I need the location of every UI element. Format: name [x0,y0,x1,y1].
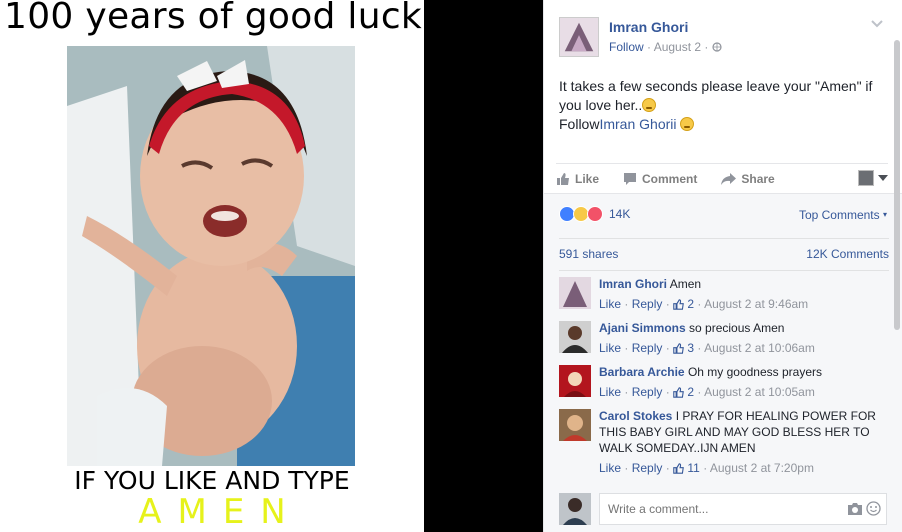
comment-time[interactable]: August 2 at 9:46am [704,297,808,311]
author-name[interactable]: Imran Ghori [609,19,688,35]
like-label: Like [575,171,600,186]
author-avatar[interactable] [559,17,599,57]
emoji-picker-icon[interactable] [866,501,881,516]
comment-meta: Like · Reply · 2 · August 2 at 9:46am [599,297,809,311]
commenter-name[interactable]: Barbara Archie [599,365,685,379]
comment-like-link[interactable]: Like [599,341,621,355]
crying-emoji-icon [680,117,695,131]
comment-body: Barbara Archie Oh my goodness prayers Li… [599,364,887,400]
comments-list: Imran Ghori Amen Like · Reply · 2 · Augu… [559,270,889,475]
comment-like-count[interactable]: 2 [687,385,694,399]
facebook-post: Imran Ghori Follow · August 2 · It takes… [543,0,902,532]
baby-photo [67,46,355,466]
thumbs-up-icon [673,463,684,474]
share-arrow-icon [721,172,737,185]
caret-down-icon: ▾ [882,210,887,219]
post-as-selector[interactable] [858,170,888,186]
commenter-avatar[interactable] [559,277,591,309]
commenter-name[interactable]: Ajani Simmons [599,321,686,335]
top-comments-label: Top Comments [798,208,880,222]
share-label: Share [741,171,775,186]
comment-reply-link[interactable]: Reply [632,297,663,311]
comment-like-link[interactable]: Like [599,297,621,311]
comment-meta: Like · Reply · 2 · August 2 at 10:05am [599,385,815,399]
follow-name-link[interactable]: Imran Ghorii [599,116,676,132]
meta-separator: · [647,40,654,54]
scrollbar[interactable] [894,40,900,330]
comment-input[interactable] [599,493,887,525]
reaction-count[interactable]: 14K [609,207,630,221]
comment-like-count[interactable]: 11 [687,461,699,475]
comment-reply-link[interactable]: Reply [632,461,663,475]
action-bar: Like Comment Share [556,163,888,193]
comment-like-link[interactable]: Like [599,461,621,475]
chevron-down-icon[interactable] [870,18,884,28]
thumbs-up-icon [673,387,684,398]
crying-emoji-icon [642,98,657,112]
follow-prefix: Follow [559,116,600,132]
post-date[interactable]: August 2 [654,40,701,54]
globe-icon [712,42,722,52]
comment-time[interactable]: August 2 at 10:05am [704,385,815,399]
comment-composer [559,493,889,527]
comment-body: Imran Ghori Amen Like · Reply · 2 · Augu… [599,276,887,312]
comment-reply-link[interactable]: Reply [632,341,663,355]
feedback-section: 14K Top Comments ▾ 591 shares 12K Commen… [544,193,902,532]
comment-button[interactable]: Comment [623,172,697,186]
top-comments-dropdown[interactable]: Top Comments ▾ [799,208,887,222]
commenter-avatar[interactable] [559,321,591,353]
meta-separator: · [704,40,712,54]
meme-amen-text: AMEN [138,492,302,532]
meme-title: 100 years of good luck [4,0,423,37]
caret-down-icon [878,175,888,181]
viewer-avatar [858,170,874,186]
comment-body: Ajani Simmons so precious Amen Like · Re… [599,320,887,356]
comment-text: Amen [669,277,702,291]
shares-row: 591 shares 12K Comments [559,238,889,264]
comment-text: Oh my goodness prayers [687,365,822,379]
thumbs-up-icon [557,172,569,185]
comment-body: Carol Stokes I PRAY FOR HEALING POWER FO… [599,408,887,476]
shares-count[interactable]: 591 shares [559,247,618,261]
reactions-summary[interactable]: 14K [559,206,630,222]
post-text: It takes a few seconds please leave your… [559,77,889,134]
comment-text: so precious Amen [689,321,785,335]
meme-image: 100 years of good luck IF YOU LIKE AND T… [0,0,424,532]
post-text-line: It takes a few seconds please leave your… [559,78,873,113]
comment-time[interactable]: August 2 at 7:20pm [710,461,814,475]
commenter-name[interactable]: Imran Ghori [599,277,667,291]
comment-label: Comment [642,171,698,186]
comment-meta: Like · Reply · 11 · August 2 at 7:20pm [599,461,814,475]
thumbs-up-icon [673,343,684,354]
love-reaction-icon [587,206,603,222]
like-button[interactable]: Like [556,172,599,186]
comment-time[interactable]: August 2 at 10:06am [704,341,815,355]
comment-meta: Like · Reply · 3 · August 2 at 10:06am [599,341,815,355]
comment-like-count[interactable]: 2 [687,297,694,311]
comment-like-count[interactable]: 3 [687,341,694,355]
comment-reply-link[interactable]: Reply [632,385,663,399]
thumbs-up-icon [673,299,684,310]
camera-icon[interactable] [847,502,863,516]
commenter-avatar[interactable] [559,365,591,397]
comment-like-link[interactable]: Like [599,385,621,399]
follow-link[interactable]: Follow [609,40,644,54]
post-meta: Follow · August 2 · [609,40,722,54]
comment-icon [624,172,637,185]
share-button[interactable]: Share [721,171,775,186]
commenter-avatar[interactable] [559,409,591,441]
my-avatar [559,493,591,525]
commenter-name[interactable]: Carol Stokes [599,409,672,423]
comments-count[interactable]: 12K Comments [806,247,889,261]
